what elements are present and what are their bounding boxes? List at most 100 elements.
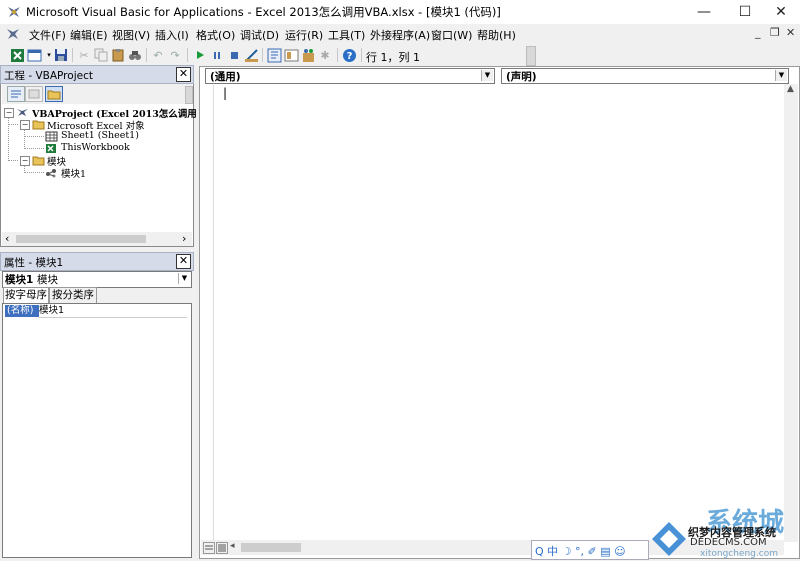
scroll-thumb[interactable] — [241, 543, 301, 552]
selected-object-type: 模块 — [37, 274, 58, 286]
menu-insert[interactable]: 插入(I) — [155, 27, 189, 43]
maximize-button[interactable]: ☐ — [726, 0, 764, 24]
scroll-left-arrow[interactable]: ‹ — [5, 232, 9, 245]
toolbar-overflow-handle[interactable] — [526, 46, 536, 66]
procedure-view-icon[interactable] — [203, 542, 215, 554]
design-mode-icon[interactable] — [243, 47, 259, 63]
chevron-down-icon[interactable]: ▼ — [775, 70, 787, 81]
excel-view-icon[interactable] — [9, 47, 25, 63]
view-object-icon[interactable] — [25, 86, 43, 102]
toolbox-icon[interactable]: ✱ — [317, 47, 333, 63]
tab-categorized[interactable]: 按分类序 — [49, 287, 97, 303]
menu-help[interactable]: 帮助(H) — [477, 27, 516, 43]
toolbar-separator — [146, 48, 147, 62]
tree-item-sheet1[interactable]: Sheet1 (Sheet1) — [61, 130, 139, 141]
menu-format[interactable]: 格式(O) — [196, 27, 235, 43]
full-module-view-icon[interactable] — [216, 542, 228, 554]
tree-item-thisworkbook[interactable]: ThisWorkbook — [61, 142, 130, 153]
toggle-folders-icon[interactable] — [45, 86, 63, 102]
title-bar: Microsoft Visual Basic for Applications … — [0, 0, 800, 25]
watermark-logo — [650, 520, 688, 558]
scroll-up-arrow[interactable]: ▲ — [787, 84, 794, 94]
procedure-select[interactable]: (声明) ▼ — [501, 68, 789, 84]
menu-file[interactable]: 文件(F) — [29, 27, 66, 43]
vba-menu-icon[interactable] — [6, 27, 22, 41]
help-icon[interactable]: ? — [341, 47, 357, 63]
find-icon[interactable] — [127, 47, 143, 63]
folder-open-icon — [32, 119, 45, 130]
worksheet-icon — [45, 131, 58, 142]
properties-close-button[interactable]: ✕ — [176, 254, 191, 269]
chevron-down-icon[interactable]: ▼ — [481, 70, 493, 81]
code-vertical-scrollbar[interactable]: ▲ — [784, 84, 798, 542]
run-icon[interactable] — [192, 47, 208, 63]
standard-toolbar: ▾ ✂ ↶ ↷ ✱ ? 行 1，列 1 — [0, 44, 535, 66]
scroll-left-arrow[interactable]: ◂ — [230, 541, 235, 551]
mdi-minimize-button[interactable]: _ — [755, 26, 761, 39]
redo-icon[interactable]: ↷ — [167, 47, 183, 63]
tree-item-module1[interactable]: 模块1 — [61, 166, 86, 180]
collapse-toggle[interactable]: − — [20, 156, 30, 166]
watermark-line3: xitongcheng.com — [700, 549, 778, 559]
tab-alphabetic[interactable]: 按字母序 — [3, 287, 49, 303]
toolbar-separator — [361, 48, 362, 62]
mdi-close-button[interactable]: ✕ — [786, 26, 795, 39]
procedure-select-value: (声明) — [506, 71, 537, 83]
project-explorer-title: 工程 - VBAProject — [4, 70, 93, 82]
close-button[interactable]: ✕ — [762, 0, 800, 24]
toolbar-separator — [72, 48, 73, 62]
mdi-restore-button[interactable]: ❐ — [770, 26, 780, 39]
minimize-button[interactable]: — — [685, 0, 723, 24]
text-cursor: | — [223, 86, 228, 100]
insert-userform-icon[interactable] — [26, 47, 42, 63]
menu-run[interactable]: 运行(R) — [285, 27, 323, 43]
object-browser-icon[interactable] — [300, 47, 316, 63]
svg-text:?: ? — [346, 51, 352, 62]
folder-open-icon — [32, 155, 45, 166]
code-editor[interactable]: | — [214, 85, 784, 540]
undo-icon[interactable]: ↶ — [150, 47, 166, 63]
menu-edit[interactable]: 编辑(E) — [70, 27, 108, 43]
property-name-cell[interactable]: (名称) — [5, 305, 39, 317]
toolbar-separator — [262, 48, 263, 62]
cursor-position-text: 行 1，列 1 — [366, 51, 420, 64]
property-value-cell[interactable]: 模块1 — [39, 305, 187, 318]
project-toolbar-handle — [185, 86, 193, 104]
properties-grid: (名称) 模块1 — [2, 303, 192, 558]
vba-app-icon — [6, 4, 22, 20]
project-explorer-title-bar: 工程 - VBAProject ✕ — [0, 65, 194, 84]
reset-icon[interactable] — [226, 47, 242, 63]
cut-icon[interactable]: ✂ — [76, 47, 92, 63]
vbaproject-icon — [16, 107, 29, 118]
scroll-thumb[interactable] — [16, 235, 146, 243]
save-icon[interactable] — [53, 47, 69, 63]
properties-window-icon[interactable] — [283, 47, 299, 63]
project-explorer-toolbar — [2, 84, 193, 104]
code-margin-indicator — [201, 85, 214, 540]
collapse-toggle[interactable]: − — [20, 120, 30, 130]
ime-toolbar-text: Q 中 ☽ °, ✐ ▤ ☺ — [535, 545, 626, 558]
scroll-right-arrow[interactable]: › — [182, 232, 186, 245]
properties-object-select[interactable]: 模块1 模块 ▼ — [2, 271, 192, 288]
project-explorer-close-button[interactable]: ✕ — [176, 67, 191, 82]
menu-bar: 文件(F) 编辑(E) 视图(V) 插入(I) 格式(O) 调试(D) 运行(R… — [0, 24, 800, 44]
tree-connector — [8, 124, 18, 125]
window-title: Microsoft Visual Basic for Applications … — [26, 5, 501, 19]
project-horizontal-scrollbar[interactable]: ‹ › — [2, 232, 192, 246]
menu-window[interactable]: 窗口(W) — [431, 27, 472, 43]
object-select[interactable]: (通用) ▼ — [205, 68, 495, 84]
menu-view[interactable]: 视图(V) — [112, 27, 150, 43]
chevron-down-icon[interactable]: ▼ — [178, 273, 190, 284]
view-code-icon[interactable] — [7, 86, 25, 102]
properties-title-bar: 属性 - 模块1 ✕ — [0, 252, 194, 271]
collapse-toggle[interactable]: − — [4, 108, 14, 118]
menu-debug[interactable]: 调试(D) — [240, 27, 279, 43]
properties-title: 属性 - 模块1 — [4, 257, 64, 269]
break-icon[interactable] — [209, 47, 225, 63]
project-explorer-icon[interactable] — [266, 47, 282, 63]
tree-connector — [24, 129, 25, 149]
copy-icon[interactable] — [93, 47, 109, 63]
menu-addins[interactable]: 外接程序(A) — [370, 27, 430, 43]
menu-tools[interactable]: 工具(T) — [328, 27, 365, 43]
paste-icon[interactable] — [110, 47, 126, 63]
